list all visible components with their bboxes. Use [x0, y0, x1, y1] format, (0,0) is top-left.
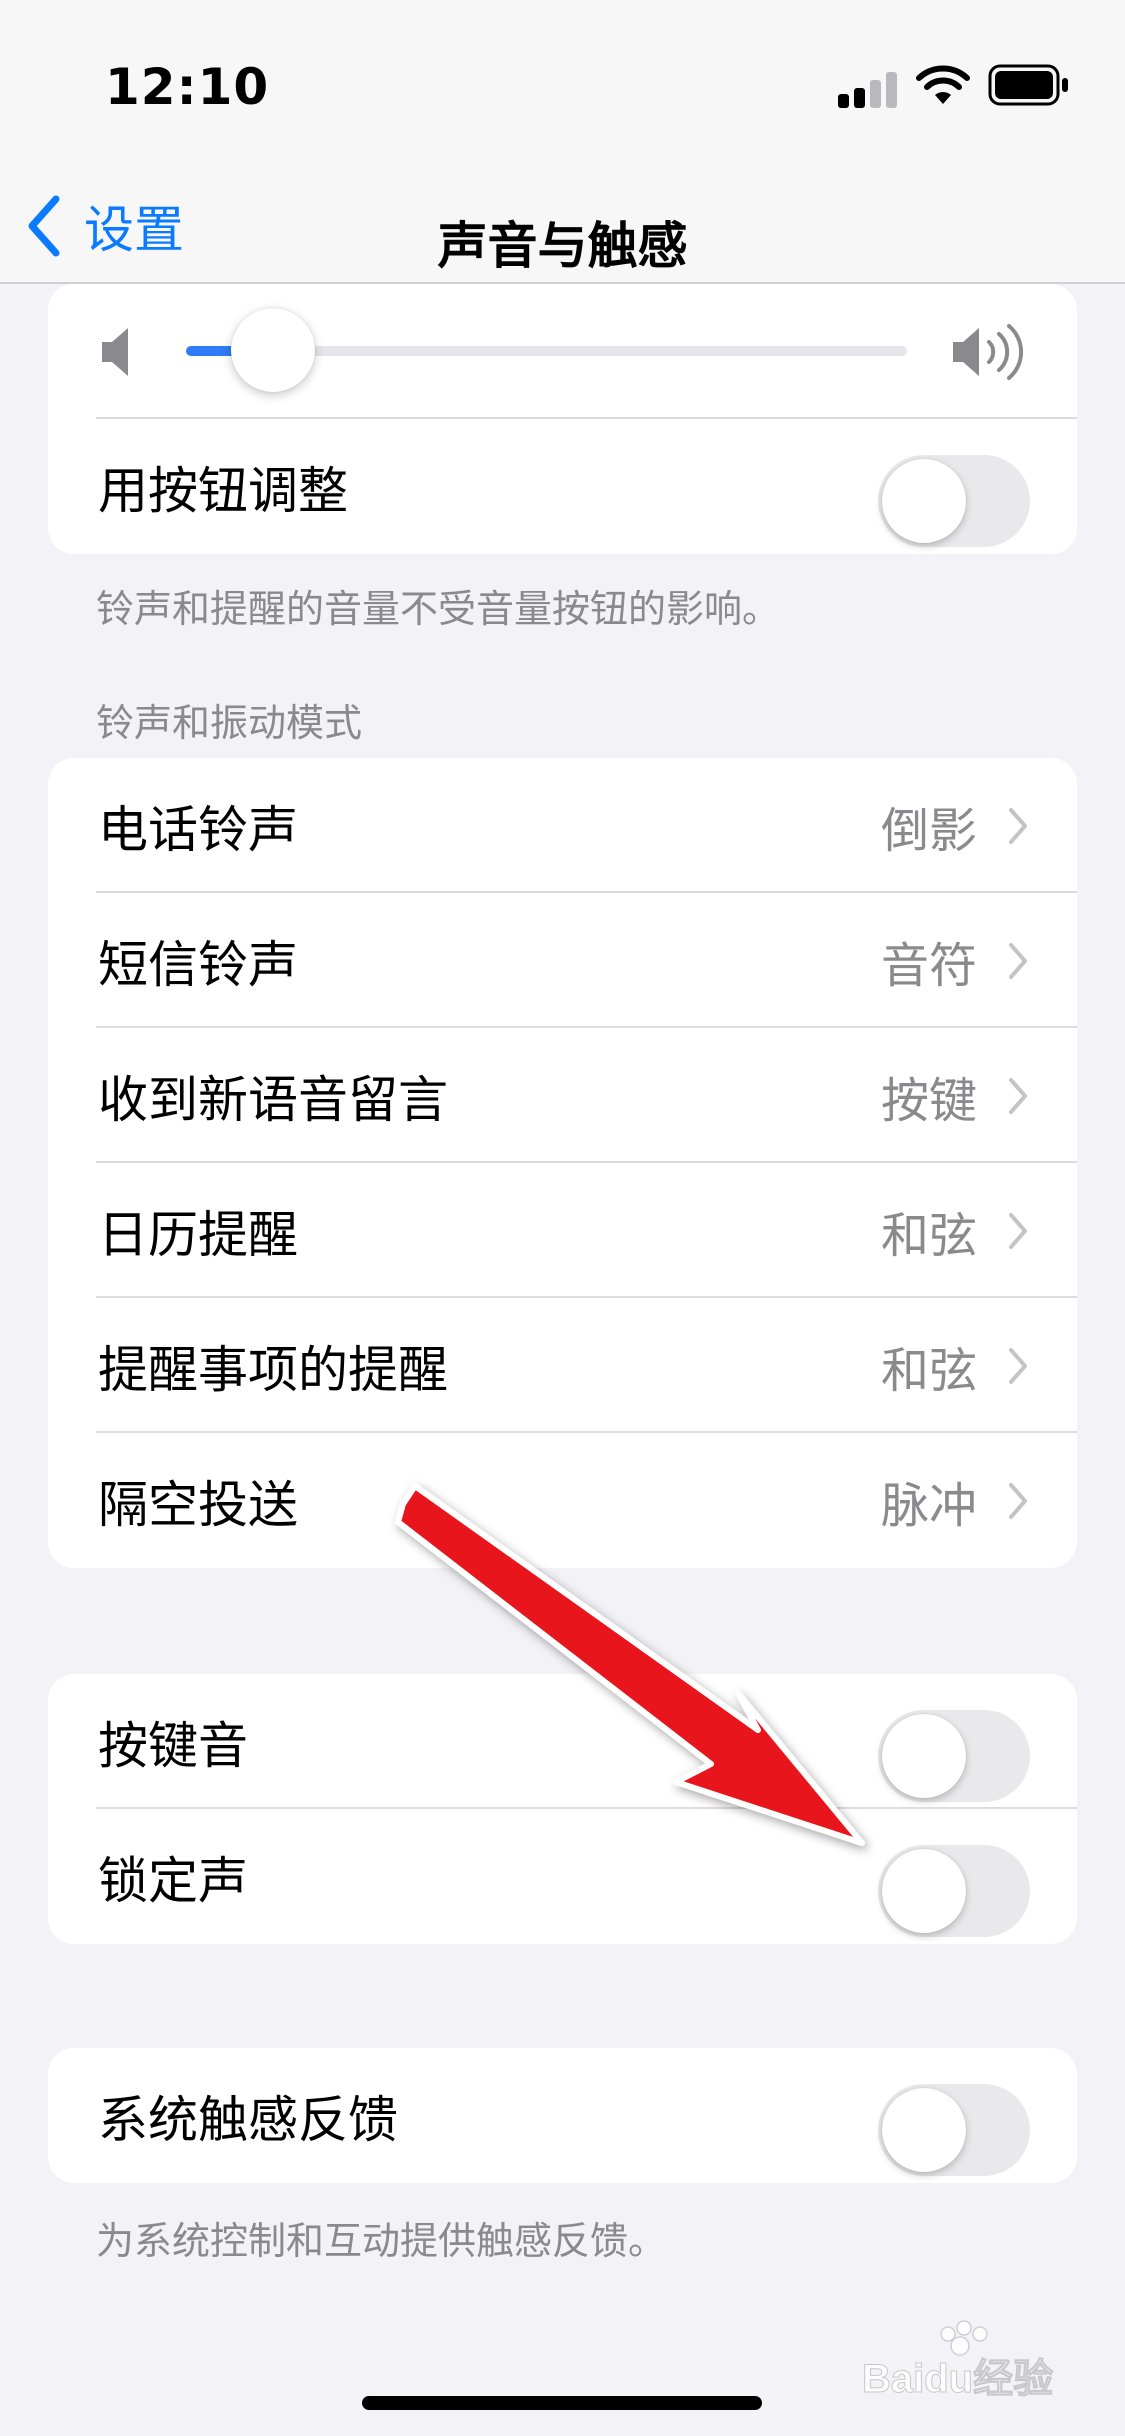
ringtone-group: 电话铃声 倒影 短信铃声 音符 收到新语音留言 按键 日历提醒 和弦 提醒事项的… — [48, 758, 1077, 1568]
chevron-right-icon — [1009, 1213, 1027, 1249]
list-item-label: 短信铃声 — [98, 935, 298, 994]
speaker-high-icon — [953, 324, 1024, 380]
list-item-value: 脉冲 — [880, 1477, 977, 1534]
keyboard-clicks-label: 按键音 — [98, 1716, 248, 1775]
toggle-knob — [882, 1849, 966, 1933]
lock-sound-row: 锁定声 — [48, 1809, 1077, 1944]
system-haptics-row: 系统触感反馈 — [48, 2048, 1077, 2183]
list-item[interactable]: 隔空投送 脉冲 — [48, 1433, 1077, 1568]
watermark-text: Baidu经验 — [862, 2357, 1053, 2401]
page-title: 声音与触感 — [437, 217, 688, 275]
speaker-low-icon — [102, 328, 128, 376]
haptics-footnote: 为系统控制和互动提供触感反馈。 — [96, 2219, 667, 2263]
list-item[interactable]: 提醒事项的提醒 和弦 — [48, 1298, 1077, 1433]
use-buttons-label: 用按钮调整 — [98, 461, 348, 520]
use-buttons-toggle[interactable] — [878, 455, 1030, 547]
volume-footnote: 铃声和提醒的音量不受音量按钮的影响。 — [96, 587, 781, 631]
status-time: 12:10 — [105, 58, 270, 116]
use-buttons-row: 用按钮调整 — [48, 419, 1077, 554]
list-item-value: 倒影 — [880, 802, 977, 859]
system-haptics-label: 系统触感反馈 — [98, 2090, 398, 2149]
list-item-value: 音符 — [880, 937, 977, 994]
system-haptics-toggle[interactable] — [878, 2084, 1030, 2176]
chevron-right-icon — [1009, 943, 1027, 979]
toggle-knob — [882, 2088, 966, 2172]
keyboard-clicks-toggle[interactable] — [878, 1710, 1030, 1802]
list-item-label: 日历提醒 — [98, 1205, 298, 1264]
volume-slider-track[interactable] — [186, 308, 907, 392]
list-item-value: 按键 — [880, 1072, 977, 1129]
baidu-watermark-logo: Baidu经验 — [862, 2320, 1054, 2402]
list-item-label: 电话铃声 — [98, 800, 298, 859]
keyboard-clicks-row: 按键音 — [48, 1674, 1077, 1809]
list-item-value: 和弦 — [880, 1342, 977, 1399]
list-item-label: 提醒事项的提醒 — [98, 1340, 448, 1399]
lock-sound-label: 锁定声 — [98, 1851, 248, 1910]
lock-sound-toggle[interactable] — [878, 1845, 1030, 1937]
list-item-label: 收到新语音留言 — [98, 1070, 448, 1129]
volume-group: 用按钮调整 — [48, 284, 1077, 554]
wifi-icon — [916, 65, 970, 104]
toggle-knob — [882, 459, 966, 543]
chevron-right-icon — [1009, 1348, 1027, 1384]
toggle-knob — [882, 1714, 966, 1798]
volume-slider-thumb[interactable] — [230, 308, 315, 392]
list-item[interactable]: 短信铃声 音符 — [48, 893, 1077, 1028]
sounds-toggle-group: 按键音 锁定声 — [48, 1674, 1077, 1944]
list-item[interactable]: 电话铃声 倒影 — [48, 758, 1077, 893]
navigation-bar: 设置 声音与触感 — [0, 170, 1125, 284]
ringtone-section-header: 铃声和振动模式 — [96, 701, 363, 745]
volume-slider-row — [48, 284, 1077, 419]
chevron-right-icon — [1009, 808, 1027, 844]
list-item-label: 隔空投送 — [98, 1475, 298, 1534]
battery-icon — [988, 64, 1068, 106]
cellular-signal-icon — [838, 70, 898, 108]
home-indicator — [362, 2396, 762, 2410]
chevron-right-icon — [1009, 1078, 1027, 1114]
list-item[interactable]: 日历提醒 和弦 — [48, 1163, 1077, 1298]
haptics-group: 系统触感反馈 — [48, 2048, 1077, 2183]
chevron-right-icon — [1009, 1483, 1027, 1519]
status-bar: 12:10 — [0, 0, 1125, 170]
list-item-value: 和弦 — [880, 1207, 977, 1264]
list-item[interactable]: 收到新语音留言 按键 — [48, 1028, 1077, 1163]
